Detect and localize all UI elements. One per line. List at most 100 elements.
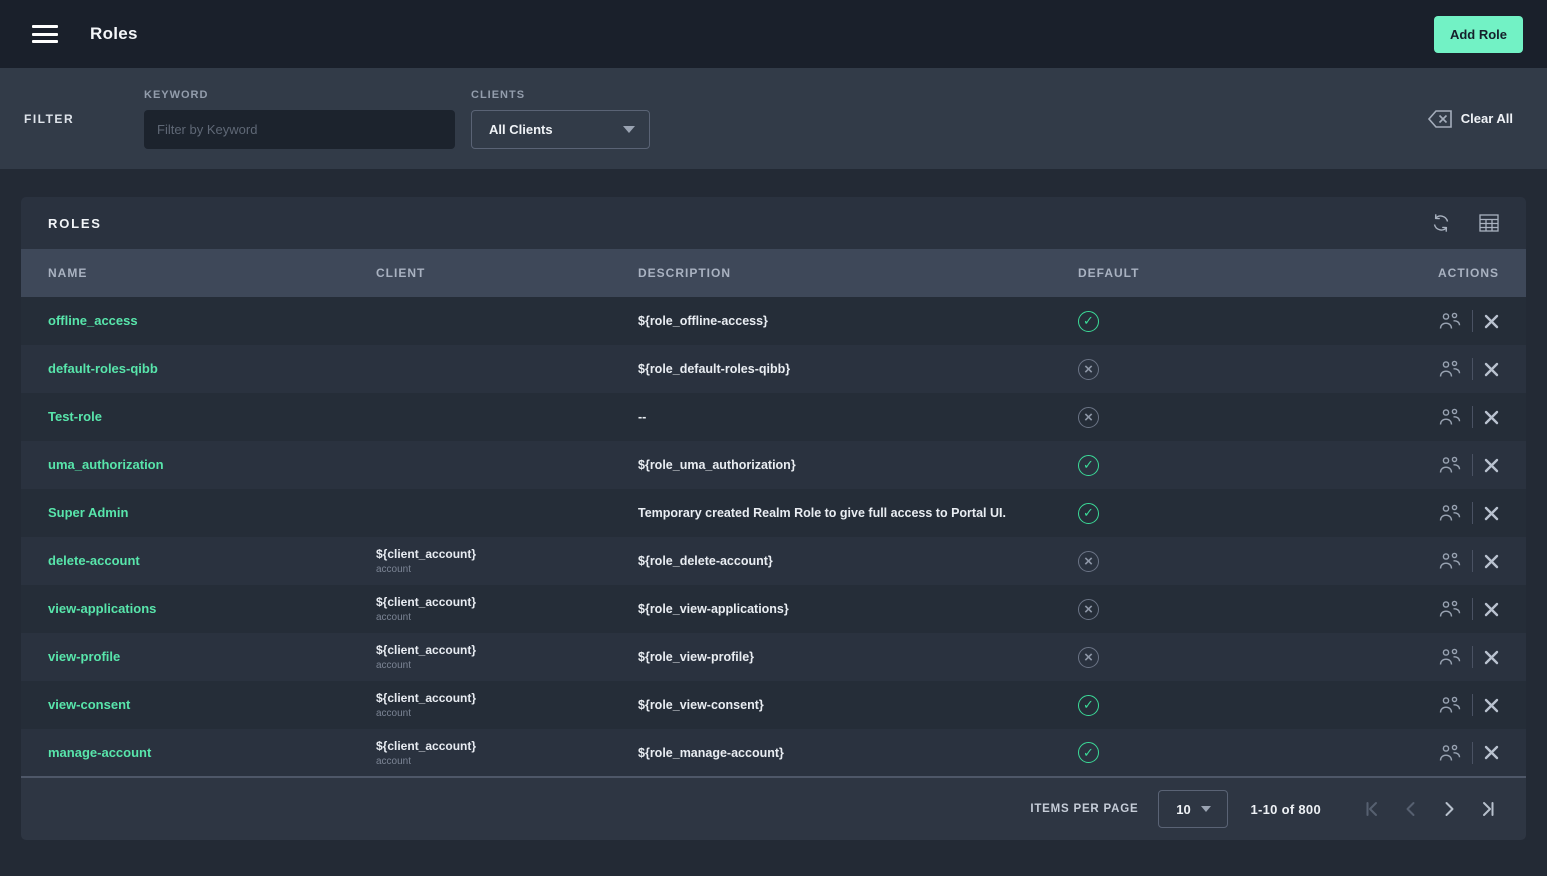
pagination-bar: ITEMS PER PAGE 10 1-10 of 800 <box>21 777 1526 840</box>
chevron-down-icon <box>1201 806 1211 812</box>
keyword-input[interactable] <box>144 110 455 149</box>
assign-users-button[interactable] <box>1439 456 1461 474</box>
role-description: ${role_manage-account} <box>638 746 784 760</box>
table-row: Test-role -- × <box>21 393 1526 441</box>
assign-users-button[interactable] <box>1439 552 1461 570</box>
assign-users-button[interactable] <box>1439 360 1461 378</box>
assign-users-button[interactable] <box>1439 600 1461 618</box>
previous-page-button[interactable] <box>1399 797 1423 821</box>
actions-divider <box>1472 502 1473 524</box>
users-icon <box>1439 744 1461 762</box>
default-true-icon: ✓ <box>1078 455 1099 476</box>
last-page-button[interactable] <box>1475 797 1499 821</box>
delete-role-button[interactable] <box>1484 602 1499 617</box>
column-header-client: CLIENT <box>376 266 638 280</box>
close-icon <box>1484 410 1499 425</box>
actions-divider <box>1472 358 1473 380</box>
next-page-button[interactable] <box>1437 797 1461 821</box>
delete-role-button[interactable] <box>1484 458 1499 473</box>
delete-role-button[interactable] <box>1484 410 1499 425</box>
clients-selected-value: All Clients <box>489 122 553 137</box>
default-false-icon: × <box>1078 599 1099 620</box>
role-name-link[interactable]: view-consent <box>48 697 130 712</box>
chevron-right-icon <box>1441 801 1457 817</box>
table-row: view-applications ${client_account} acco… <box>21 585 1526 633</box>
client-name: ${client_account} <box>376 691 638 705</box>
close-icon <box>1484 314 1499 329</box>
client-id: account <box>376 756 638 767</box>
role-description: -- <box>638 410 646 424</box>
add-role-button[interactable]: Add Role <box>1434 16 1523 53</box>
delete-role-button[interactable] <box>1484 362 1499 377</box>
role-name-link[interactable]: default-roles-qibb <box>48 361 158 376</box>
assign-users-button[interactable] <box>1439 408 1461 426</box>
role-description: ${role_delete-account} <box>638 554 773 568</box>
delete-role-button[interactable] <box>1484 650 1499 665</box>
role-description: ${role_offline-access} <box>638 314 768 328</box>
role-name-link[interactable]: view-applications <box>48 601 156 616</box>
delete-role-button[interactable] <box>1484 554 1499 569</box>
role-name-link[interactable]: uma_authorization <box>48 457 164 472</box>
role-name-link[interactable]: view-profile <box>48 649 120 664</box>
clients-select[interactable]: All Clients <box>471 110 650 149</box>
column-header-name: NAME <box>48 266 376 280</box>
default-true-icon: ✓ <box>1078 311 1099 332</box>
default-false-icon: × <box>1078 551 1099 572</box>
table-row: Super Admin Temporary created Realm Role… <box>21 489 1526 537</box>
role-name-link[interactable]: offline_access <box>48 313 138 328</box>
table-header-row: NAME CLIENT DESCRIPTION DEFAULT ACTIONS <box>21 249 1526 297</box>
client-name: ${client_account} <box>376 547 638 561</box>
client-id: account <box>376 708 638 719</box>
menu-icon[interactable] <box>32 25 58 43</box>
assign-users-button[interactable] <box>1439 648 1461 666</box>
roles-card-header: ROLES <box>21 197 1526 249</box>
users-icon <box>1439 696 1461 714</box>
column-header-description: DESCRIPTION <box>638 266 1078 280</box>
users-icon <box>1439 408 1461 426</box>
role-description: ${role_default-roles-qibb} <box>638 362 790 376</box>
table-row: uma_authorization ${role_uma_authorizati… <box>21 441 1526 489</box>
role-name-link[interactable]: Test-role <box>48 409 102 424</box>
delete-role-button[interactable] <box>1484 698 1499 713</box>
table-row: offline_access ${role_offline-access} ✓ <box>21 297 1526 345</box>
delete-role-button[interactable] <box>1484 745 1499 760</box>
role-description: ${role_view-profile} <box>638 650 754 664</box>
items-per-page-label: ITEMS PER PAGE <box>1030 803 1138 815</box>
first-page-button[interactable] <box>1361 797 1385 821</box>
close-icon <box>1484 554 1499 569</box>
assign-users-button[interactable] <box>1439 504 1461 522</box>
filter-bar: FILTER KEYWORD CLIENTS All Clients Clear… <box>0 68 1547 169</box>
clear-all-button[interactable]: Clear All <box>1428 110 1513 128</box>
actions-divider <box>1472 694 1473 716</box>
role-description: ${role_uma_authorization} <box>638 458 796 472</box>
delete-role-button[interactable] <box>1484 314 1499 329</box>
filter-section-label: FILTER <box>24 112 144 126</box>
actions-divider <box>1472 310 1473 332</box>
actions-divider <box>1472 742 1473 764</box>
role-description: ${role_view-consent} <box>638 698 764 712</box>
table-row: view-consent ${client_account} account $… <box>21 681 1526 729</box>
client-name: ${client_account} <box>376 595 638 609</box>
role-name-link[interactable]: delete-account <box>48 553 140 568</box>
actions-divider <box>1472 454 1473 476</box>
table-grid-icon <box>1479 214 1499 232</box>
items-per-page-select[interactable]: 10 <box>1158 790 1228 828</box>
default-false-icon: × <box>1078 359 1099 380</box>
users-icon <box>1439 552 1461 570</box>
pagination-range: 1-10 of 800 <box>1250 802 1321 817</box>
delete-role-button[interactable] <box>1484 506 1499 521</box>
assign-users-button[interactable] <box>1439 696 1461 714</box>
close-icon <box>1484 650 1499 665</box>
client-id: account <box>376 612 638 623</box>
actions-divider <box>1472 598 1473 620</box>
actions-divider <box>1472 550 1473 572</box>
assign-users-button[interactable] <box>1439 312 1461 330</box>
assign-users-button[interactable] <box>1439 744 1461 762</box>
clients-label: CLIENTS <box>471 89 650 101</box>
default-true-icon: ✓ <box>1078 742 1099 763</box>
table-view-button[interactable] <box>1479 214 1499 232</box>
refresh-button[interactable] <box>1431 213 1451 233</box>
role-name-link[interactable]: manage-account <box>48 745 151 760</box>
role-name-link[interactable]: Super Admin <box>48 505 128 520</box>
backspace-icon <box>1428 110 1452 128</box>
